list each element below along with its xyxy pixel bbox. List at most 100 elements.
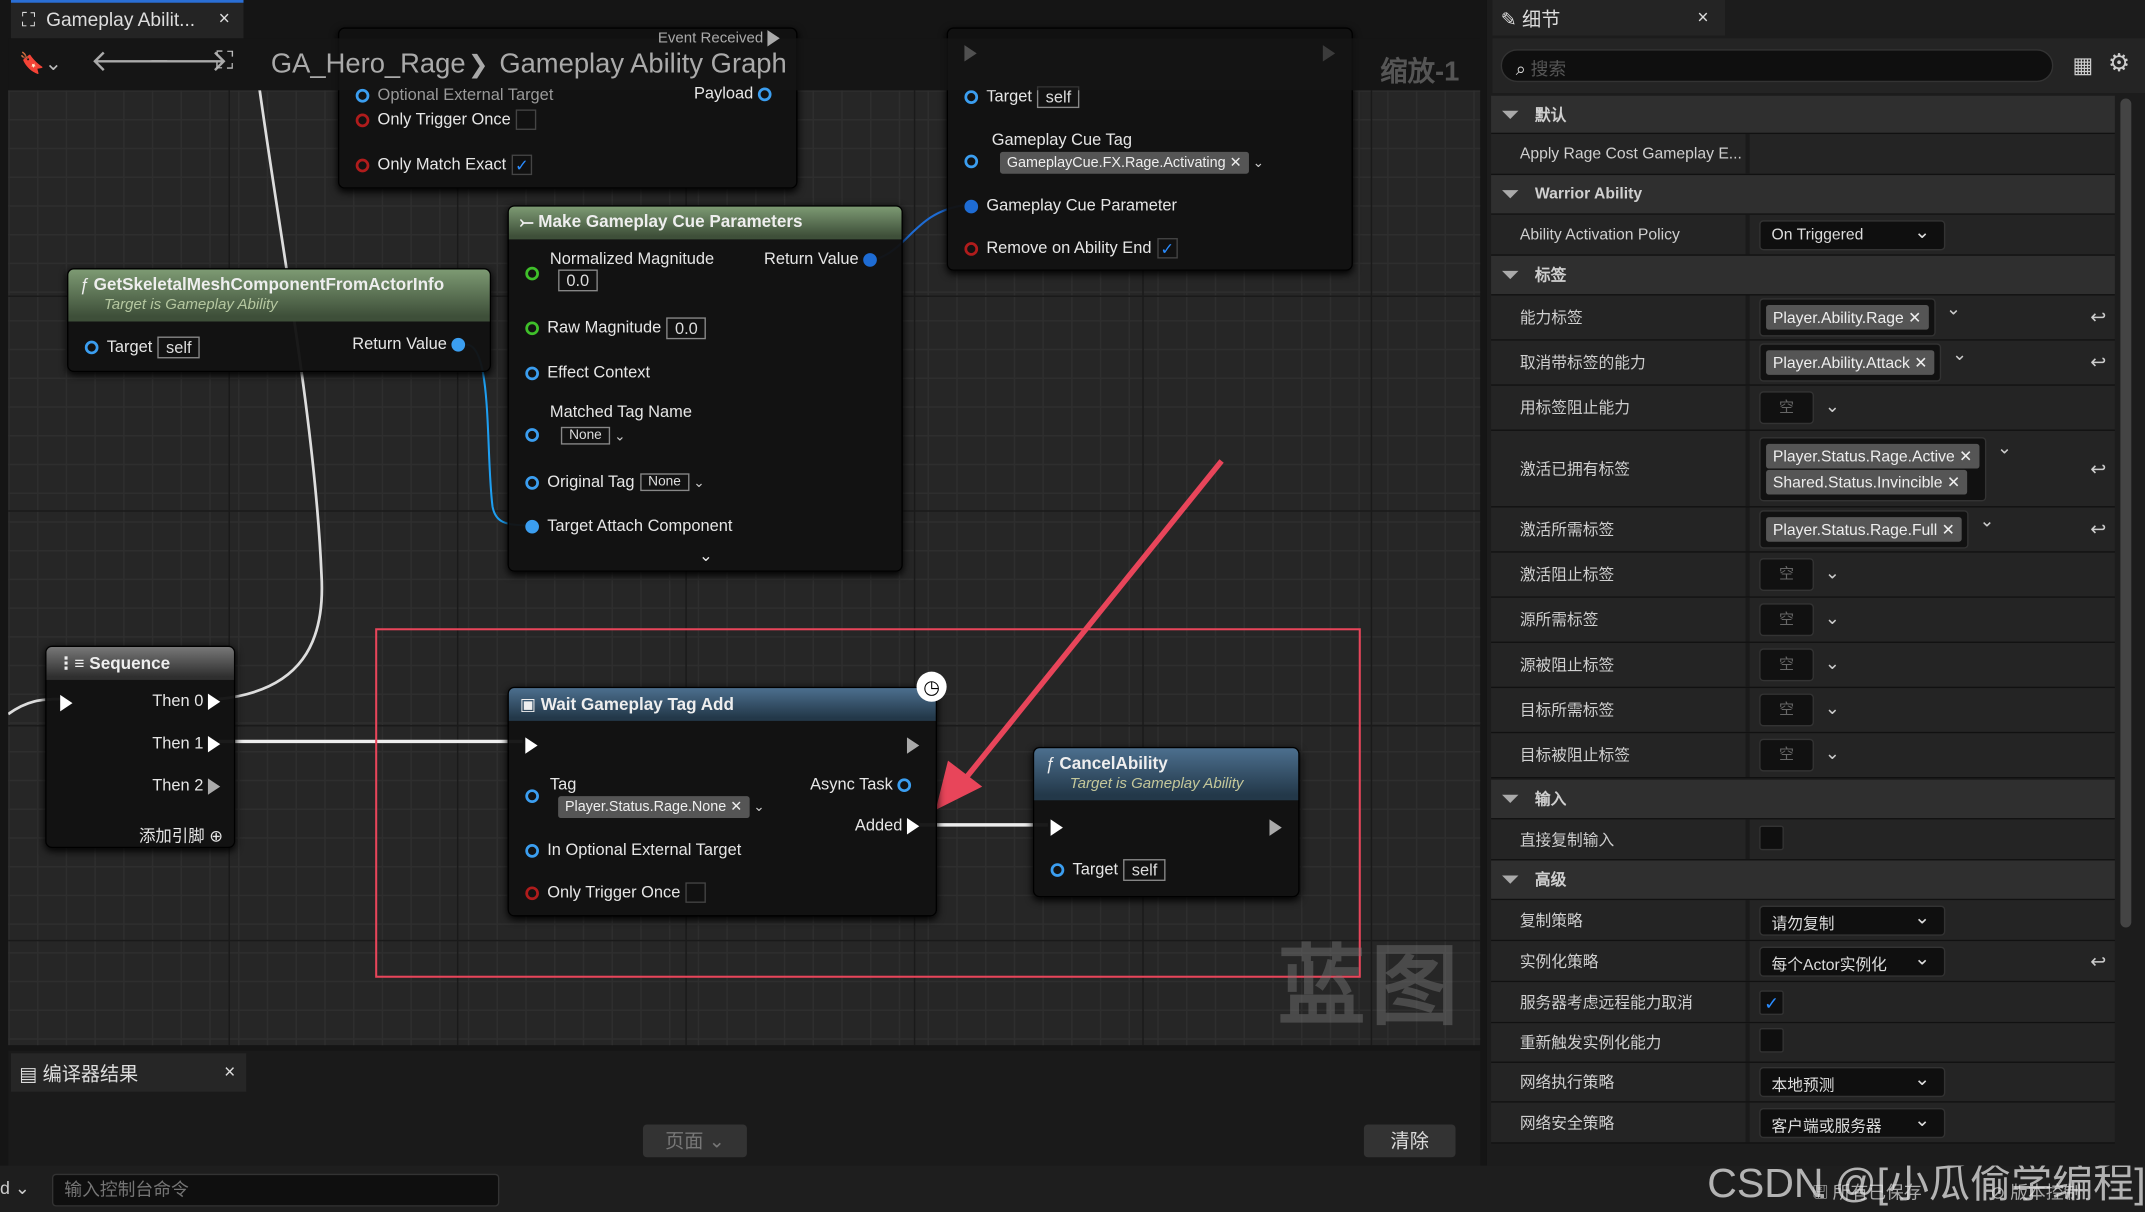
reset-to-default-icon[interactable]: ↩ <box>2090 518 2106 541</box>
tag-chip[interactable]: Player.Ability.Attack ✕ <box>1766 350 1935 375</box>
raw-magnitude-input[interactable]: 0.0 <box>666 317 706 340</box>
chevron-down-icon[interactable]: ⌄ <box>1997 436 2012 457</box>
pin-optional-external-target: In Optional External Target <box>547 839 742 860</box>
tag-chip[interactable]: Player.Status.Rage.None ✕ <box>558 796 750 819</box>
property-label: 目标所需标签 <box>1519 703 1615 720</box>
breadcrumb-asset[interactable]: GA_Hero_Rage <box>271 49 466 80</box>
chevron-down-icon[interactable]: ⌄ <box>1825 395 1840 416</box>
normalized-magnitude-input[interactable]: 0.0 <box>558 269 598 292</box>
collapse-triangle-icon[interactable] <box>1502 190 1519 199</box>
tag-chip[interactable]: Player.Status.Rage.Active ✕ <box>1766 443 1980 468</box>
collapse-triangle-icon[interactable] <box>1502 110 1519 119</box>
collapse-triangle-icon[interactable] <box>1502 875 1519 884</box>
property-checkbox[interactable] <box>1759 824 1784 850</box>
only-match-exact-checkbox[interactable]: ✓ <box>511 155 533 176</box>
close-tab-icon[interactable]: × <box>219 7 230 29</box>
only-trigger-once-checkbox[interactable] <box>516 109 537 131</box>
target-value[interactable]: self <box>1123 859 1166 881</box>
clear-button[interactable]: 清除 <box>1363 1124 1456 1158</box>
property-dropdown[interactable]: On Triggered <box>1759 219 1946 250</box>
chevron-down-icon[interactable]: ⌄ <box>1825 698 1840 719</box>
exec-in-pin[interactable] <box>1050 819 1063 836</box>
property-checkbox[interactable]: ✓ <box>1759 989 1784 1015</box>
pin-normalized-magnitude: Normalized Magnitude <box>549 248 715 269</box>
tag-chip[interactable]: Shared.Status.Invincible ✕ <box>1766 469 1967 494</box>
breadcrumb-graph[interactable]: Gameplay Ability Graph <box>499 49 786 80</box>
tag-container[interactable]: Player.Ability.Rage ✕ <box>1759 298 1936 337</box>
chevron-down-icon[interactable]: ⌄ <box>1825 653 1840 674</box>
remove-on-end-checkbox[interactable]: ✓ <box>1156 238 1178 259</box>
exec-out-pin[interactable] <box>906 737 920 754</box>
category-tags[interactable]: 标签 <box>1491 255 2115 296</box>
category-default[interactable]: 默认 <box>1491 95 2115 135</box>
asset-tab[interactable]: ⛶ Gameplay Abilit... × <box>10 0 244 39</box>
matched-tag-name-select[interactable]: None <box>560 427 610 446</box>
page-dropdown[interactable]: 页面 ⌄ <box>642 1124 747 1158</box>
get-skeletal-mesh-node[interactable]: ƒ GetSkeletalMeshComponentFromActorInfo T… <box>67 268 492 373</box>
details-tab[interactable]: ✎ 细节 × <box>1492 0 1726 36</box>
chevron-down-icon[interactable]: ⌄ <box>1825 562 1840 583</box>
wait-gameplay-tag-add-node[interactable]: ▣ Wait Gameplay Tag Add ◷ Tag Player.Sta… <box>507 671 947 917</box>
empty-tag-container[interactable]: 空 <box>1759 738 1814 772</box>
tag-container[interactable]: Player.Status.Rage.Full ✕ <box>1759 510 1969 549</box>
table-view-icon[interactable]: ▦ <box>2072 52 2093 79</box>
reset-to-default-icon[interactable]: ↩ <box>2090 949 2106 972</box>
console-mode-dropdown[interactable]: d ⌄ <box>0 1178 30 1200</box>
expand-chevron-icon[interactable]: ⌄ <box>699 546 713 565</box>
details-search[interactable]: ⌕ 搜索 <box>1500 49 2054 83</box>
chevron-down-icon[interactable]: ⌄ <box>1825 743 1840 764</box>
property-label: Warrior Ability <box>1534 186 1643 203</box>
chevron-down-icon[interactable]: ⌄ <box>1946 298 1961 319</box>
property-checkbox[interactable] <box>1759 1028 1784 1053</box>
property-label: 复制策略 <box>1519 913 1583 930</box>
collapse-triangle-icon[interactable] <box>1502 270 1519 280</box>
reset-to-default-icon[interactable]: ↩ <box>2090 306 2106 329</box>
category-advanced[interactable]: 高级 <box>1491 860 2115 901</box>
property-dropdown[interactable]: 本地预测 <box>1759 1067 1946 1098</box>
gear-icon[interactable]: ⚙ <box>2108 49 2130 78</box>
original-tag-select[interactable]: None <box>639 473 690 492</box>
property-dropdown[interactable]: 请勿复制 <box>1759 904 1946 936</box>
bookmark-icon[interactable]: 🔖⌄ <box>19 51 62 75</box>
compiler-results-tab[interactable]: ▤ 编译器结果 × <box>10 1053 247 1092</box>
tag-chip[interactable]: Player.Ability.Rage ✕ <box>1766 305 1929 330</box>
category-input[interactable]: 输入 <box>1491 779 2115 820</box>
empty-tag-container[interactable]: 空 <box>1759 391 1814 425</box>
tag-chip[interactable]: Player.Status.Rage.Full ✕ <box>1766 517 1962 542</box>
console-input[interactable] <box>51 1173 500 1207</box>
sequence-node[interactable]: ⋮≡ Sequence Then 0 Then 1 Then 2 添加引脚 ⊕ <box>45 645 236 849</box>
add-pin-button[interactable]: 添加引脚 ⊕ <box>139 824 223 847</box>
close-icon[interactable]: × <box>224 1060 235 1082</box>
tag-container[interactable]: Player.Status.Rage.Active ✕ Shared.Status… <box>1759 436 1987 501</box>
property-dropdown[interactable]: 客户端或服务器 <box>1759 1107 1946 1138</box>
only-trigger-once-checkbox[interactable] <box>685 882 707 904</box>
property-net-security-policy: 网络安全策略 客户端或服务器 <box>1491 1102 2115 1144</box>
chevron-down-icon[interactable]: ⌄ <box>1253 156 1264 171</box>
chevron-down-icon[interactable]: ⌄ <box>1825 607 1840 628</box>
empty-tag-container[interactable]: 空 <box>1759 693 1814 727</box>
property-dropdown[interactable]: 每个Actor实例化 <box>1759 945 1946 977</box>
chevron-down-icon[interactable]: ⌄ <box>1952 343 1967 364</box>
make-gameplay-cue-parameters-node[interactable]: ⤚ Make Gameplay Cue Parameters Normalize… <box>507 205 903 572</box>
exec-in-pin[interactable] <box>525 737 538 754</box>
category-warrior-ability[interactable]: Warrior Ability <box>1491 175 2115 215</box>
details-scrollbar[interactable] <box>2120 98 2132 928</box>
reset-to-default-icon[interactable]: ↩ <box>2090 457 2106 480</box>
property-label: 激活已拥有标签 <box>1519 461 1630 479</box>
collapse-triangle-icon[interactable] <box>1502 794 1519 804</box>
zoom-level: 缩放-1 <box>1380 57 1460 88</box>
close-icon[interactable]: × <box>1697 5 1708 27</box>
exec-out-pin[interactable] <box>1269 819 1282 836</box>
tag-container[interactable]: Player.Ability.Attack ✕ <box>1759 343 1942 382</box>
exec-in-pin[interactable] <box>60 694 73 712</box>
cancel-ability-node[interactable]: ƒ CancelAbility Target is Gameplay Abilit… <box>1032 746 1300 898</box>
node-subtitle: Target is Gameplay Ability <box>103 296 278 314</box>
reset-to-default-icon[interactable]: ↩ <box>2090 351 2106 374</box>
cue-tag-chip[interactable]: GameplayCue.FX.Rage.Activating ✕ <box>999 151 1249 174</box>
empty-tag-container[interactable]: 空 <box>1759 603 1814 637</box>
empty-tag-container[interactable]: 空 <box>1759 558 1814 591</box>
target-value[interactable]: self <box>157 336 200 359</box>
empty-tag-container[interactable]: 空 <box>1759 648 1814 682</box>
chevron-down-icon[interactable]: ⌄ <box>1979 510 1994 531</box>
console-icon: ▤ <box>19 1062 38 1085</box>
